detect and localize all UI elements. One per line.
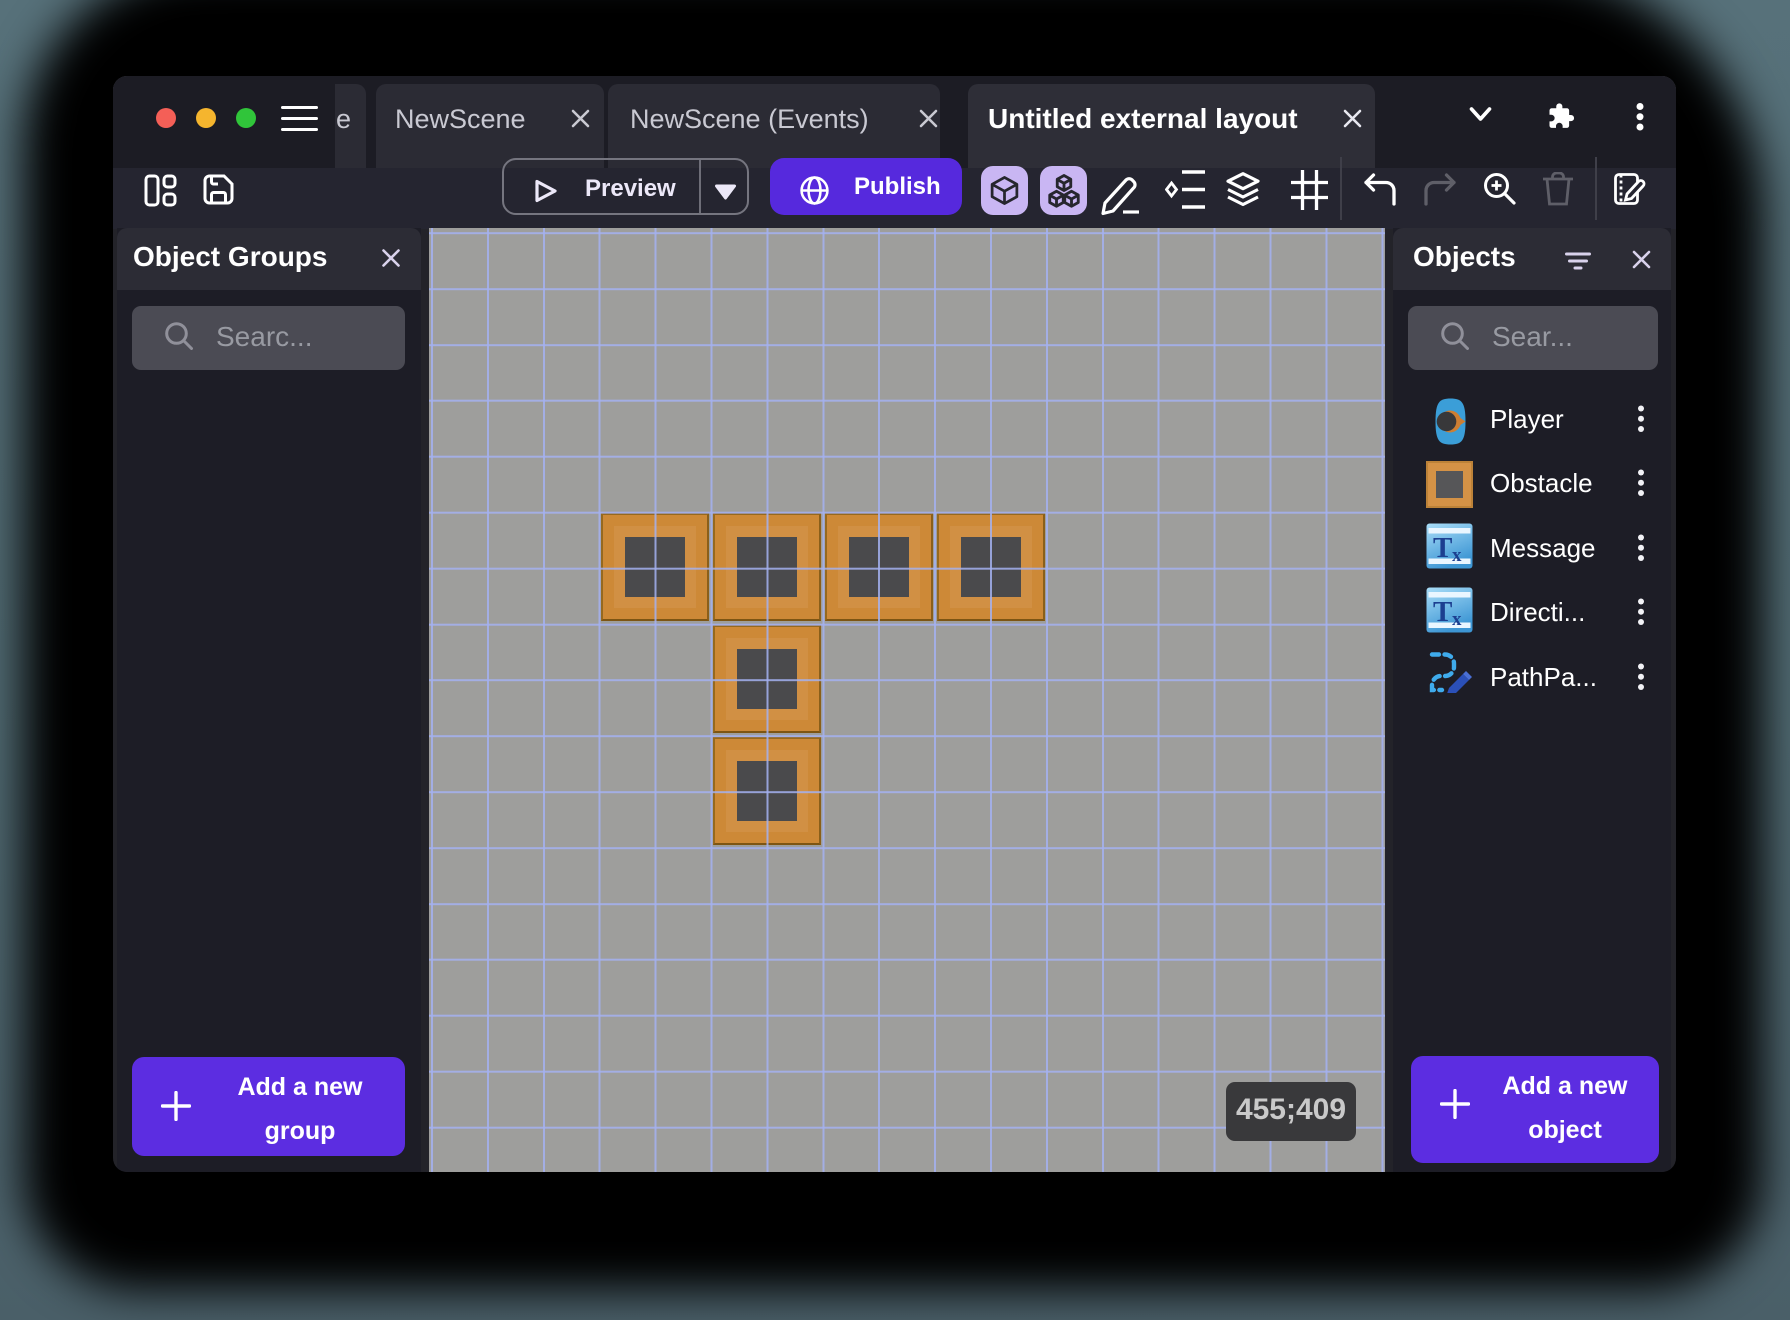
svg-text:T: T xyxy=(1433,596,1452,628)
svg-text:T: T xyxy=(1433,532,1452,564)
svg-text:x: x xyxy=(1452,609,1462,630)
svg-text:x: x xyxy=(1452,545,1462,566)
